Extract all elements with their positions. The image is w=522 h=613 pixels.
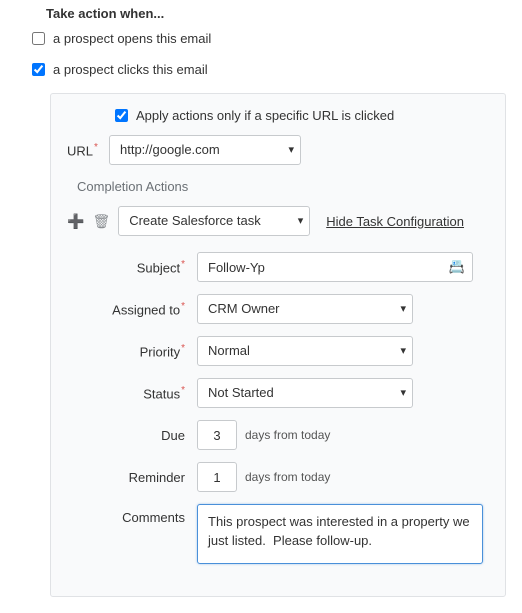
subject-label: Subject* [67,259,197,275]
trigger-opens-row: a prospect opens this email [32,31,506,46]
action-type-select[interactable]: Create Salesforce task ▾ [118,206,310,236]
priority-value: Normal [208,343,250,358]
subject-input[interactable] [197,252,473,282]
action-type-value: Create Salesforce task [129,213,261,228]
caret-icon: ▾ [288,136,294,164]
reminder-suffix: days from today [245,470,330,484]
trigger-clicks-label: a prospect clicks this email [53,62,208,77]
caret-icon: ▾ [400,295,406,323]
apply-specific-row: Apply actions only if a specific URL is … [115,108,489,123]
reminder-row: Reminder days from today [67,462,489,492]
apply-specific-checkbox[interactable] [115,109,128,122]
url-label: URL* [67,142,109,158]
status-row: Status* Not Started ▾ [67,378,489,408]
add-action-icon[interactable]: ➕ [67,213,84,230]
caret-icon: ▾ [298,207,304,235]
reminder-label: Reminder [67,470,197,485]
completion-actions-title: Completion Actions [77,179,489,194]
apply-specific-label: Apply actions only if a specific URL is … [136,108,394,123]
assigned-to-row: Assigned to* CRM Owner ▾ [67,294,489,324]
url-select-value: http://google.com [120,142,220,157]
priority-select[interactable]: Normal ▾ [197,336,413,366]
action-row: ➕ 🗑 Create Salesforce task ▾ Hide Task C… [67,206,489,236]
due-row: Due days from today [67,420,489,450]
status-value: Not Started [208,385,274,400]
section-title: Take action when... [46,6,506,21]
assigned-to-value: CRM Owner [208,301,280,316]
comments-label: Comments [67,504,197,525]
trigger-opens-checkbox[interactable] [32,32,45,45]
url-row: URL* http://google.com ▾ [67,135,489,165]
due-suffix: days from today [245,428,330,442]
status-label: Status* [67,385,197,401]
comments-row: Comments [67,504,489,564]
status-select[interactable]: Not Started ▾ [197,378,413,408]
trigger-clicks-row: a prospect clicks this email [32,62,506,77]
reminder-input[interactable] [197,462,237,492]
trigger-clicks-checkbox[interactable] [32,63,45,76]
delete-action-icon[interactable]: 🗑 [92,213,110,230]
assigned-to-label: Assigned to* [67,301,197,317]
priority-row: Priority* Normal ▾ [67,336,489,366]
subject-row: Subject* 📇 [67,252,489,282]
toggle-config-link[interactable]: Hide Task Configuration [326,214,464,229]
caret-icon: ▾ [400,337,406,365]
caret-icon: ▾ [400,379,406,407]
due-label: Due [67,428,197,443]
trigger-opens-label: a prospect opens this email [53,31,211,46]
priority-label: Priority* [67,343,197,359]
assigned-to-select[interactable]: CRM Owner ▾ [197,294,413,324]
due-input[interactable] [197,420,237,450]
url-select[interactable]: http://google.com ▾ [109,135,301,165]
action-panel: Apply actions only if a specific URL is … [50,93,506,597]
comments-textarea[interactable] [197,504,483,564]
